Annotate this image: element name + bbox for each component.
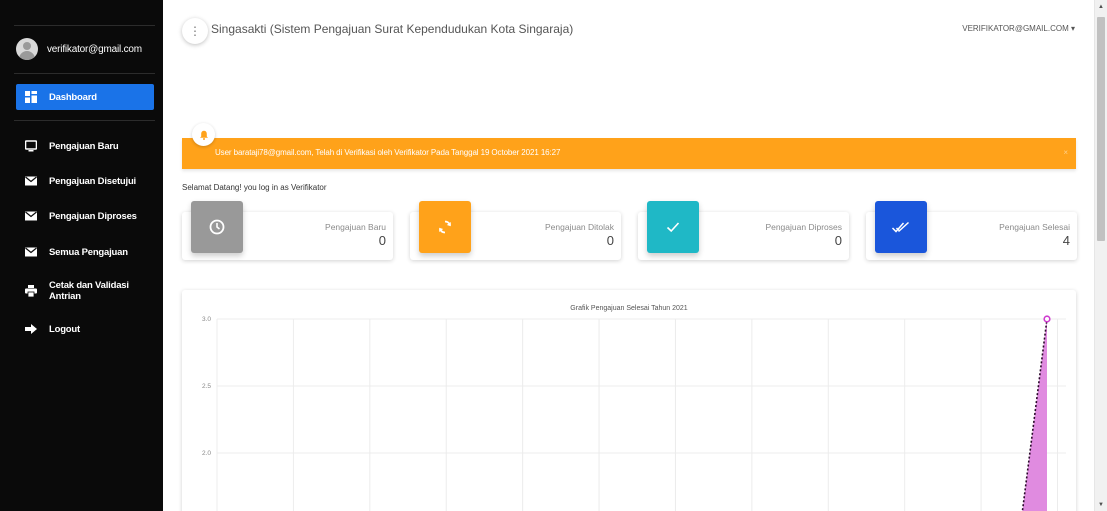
chart-grid	[216, 318, 1066, 511]
page-scrollbar[interactable]: ▲ ▼	[1094, 0, 1107, 511]
sidebar-item-label: Logout	[49, 323, 80, 335]
sidebar: verifikator@gmail.com Dashboard Pengajua…	[0, 0, 163, 511]
arrow-right-icon	[25, 323, 37, 335]
sidebar-item-label: Pengajuan Baru	[49, 140, 119, 152]
chart-title: Grafik Pengajuan Selesai Tahun 2021	[570, 305, 688, 312]
stat-label: Pengajuan Ditolak	[545, 222, 614, 232]
stat-label: Pengajuan Diproses	[765, 222, 842, 232]
sidebar-divider	[14, 73, 155, 74]
stat-card-pengajuan-diproses[interactable]: Pengajuan Diproses 0	[638, 201, 849, 260]
chart-y-tick-label: 3.0	[202, 316, 211, 323]
printer-icon	[25, 285, 37, 297]
welcome-message: Selamat Datang! you log in as Verifikato…	[182, 183, 327, 192]
user-menu-dropdown[interactable]: VERIFIKATOR@GMAIL.COM ▾	[962, 24, 1075, 33]
bell-icon	[192, 123, 215, 146]
chart-series-area	[1022, 319, 1047, 511]
completed-submissions-chart: Grafik Pengajuan Selesai Tahun 2021 3.0 2…	[202, 305, 1066, 511]
sidebar-item-semua-pengajuan[interactable]: Semua Pengajuan	[16, 239, 154, 265]
dashboard-icon	[25, 91, 37, 103]
stat-label: Pengajuan Baru	[325, 222, 386, 232]
sidebar-item-dashboard[interactable]: Dashboard	[16, 84, 154, 110]
sidebar-item-cetak-validasi[interactable]: Cetak dan Validasi Antrian	[16, 278, 154, 304]
stat-card-pengajuan-baru[interactable]: Pengajuan Baru 0	[182, 201, 393, 260]
stat-value: 0	[834, 233, 842, 248]
mail-icon	[25, 246, 37, 258]
user-email: verifikator@gmail.com	[47, 43, 142, 55]
sidebar-item-pengajuan-diproses[interactable]: Pengajuan Diproses	[16, 203, 154, 229]
top-navbar: ⋮ Singasakti (Sistem Pengajuan Surat Kep…	[182, 14, 1092, 48]
clock-icon	[191, 201, 243, 253]
sidebar-item-label: Pengajuan Diproses	[49, 210, 137, 222]
sidebar-item-label: Pengajuan Disetujui	[49, 175, 136, 187]
sidebar-item-label: Cetak dan Validasi Antrian	[49, 280, 129, 302]
page-title: Singasakti (Sistem Pengajuan Surat Kepen…	[211, 22, 574, 36]
sidebar-divider	[14, 120, 155, 121]
menu-toggle-button[interactable]: ⋮	[182, 18, 208, 44]
avatar	[16, 38, 38, 60]
chart-card: Grafik Pengajuan Selesai Tahun 2021 3.0 2…	[182, 290, 1076, 511]
caret-down-icon: ▾	[1070, 24, 1075, 33]
stat-value: 0	[378, 233, 386, 248]
chart-y-axis: 3.0 2.5 2.0	[202, 316, 211, 457]
sidebar-divider	[14, 25, 155, 26]
sidebar-item-label: Semua Pengajuan	[49, 246, 128, 258]
sidebar-item-pengajuan-disetujui[interactable]: Pengajuan Disetujui	[16, 168, 154, 194]
chart-series	[1021, 315, 1051, 511]
check-icon	[647, 201, 699, 253]
sidebar-item-pengajuan-baru[interactable]: Pengajuan Baru	[16, 133, 154, 159]
scroll-down-arrow-icon[interactable]: ▼	[1095, 498, 1107, 511]
scroll-up-arrow-icon[interactable]: ▲	[1095, 0, 1107, 13]
mail-icon	[25, 210, 37, 222]
refresh-icon	[419, 201, 471, 253]
sidebar-item-logout[interactable]: Logout	[16, 316, 154, 342]
sidebar-user[interactable]: verifikator@gmail.com	[16, 37, 142, 61]
stat-card-pengajuan-ditolak[interactable]: Pengajuan Ditolak 0	[410, 201, 621, 260]
chart-y-tick-label: 2.0	[202, 450, 211, 457]
alert-message: User barataji78@gmail.com, Telah di Veri…	[215, 148, 561, 157]
sidebar-item-label: Dashboard	[49, 91, 97, 103]
scroll-thumb[interactable]	[1097, 17, 1105, 241]
more-vertical-icon: ⋮	[189, 24, 201, 38]
double-check-icon	[875, 201, 927, 253]
mail-icon	[25, 175, 37, 187]
chart-data-point[interactable]	[1043, 315, 1051, 323]
chart-y-tick-label: 2.5	[202, 383, 211, 390]
stat-value: 4	[1062, 233, 1070, 248]
stat-label: Pengajuan Selesai	[999, 222, 1070, 232]
notification-alert: User barataji78@gmail.com, Telah di Veri…	[182, 138, 1076, 169]
monitor-icon	[25, 140, 37, 152]
alert-close-button[interactable]: ×	[1063, 148, 1068, 157]
user-menu-label: VERIFIKATOR@GMAIL.COM	[962, 24, 1069, 33]
stat-card-pengajuan-selesai[interactable]: Pengajuan Selesai 4	[866, 201, 1077, 260]
stat-value: 0	[606, 233, 614, 248]
